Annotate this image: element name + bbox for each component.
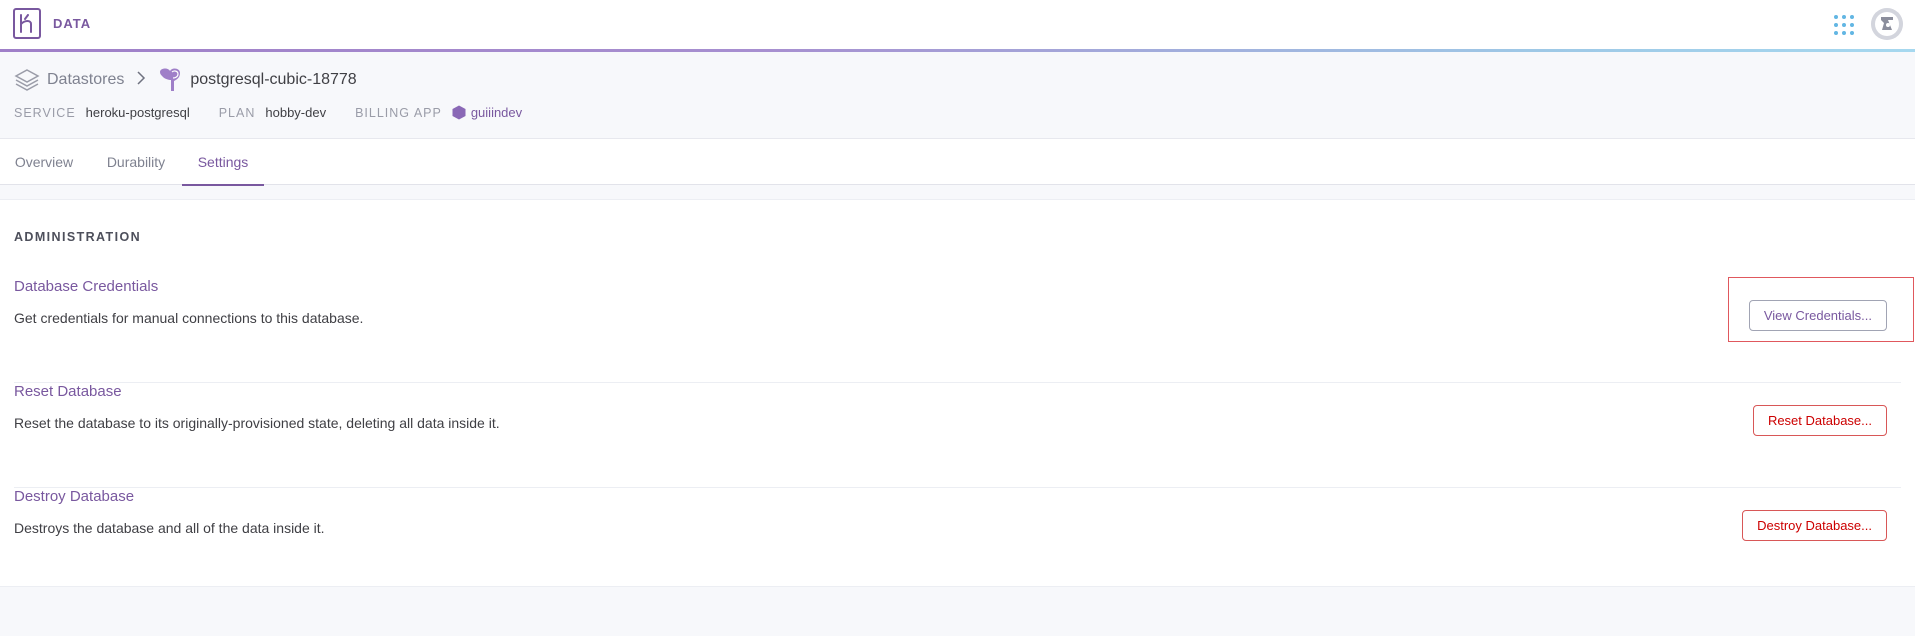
settings-panel: ADMINISTRATION Database Credentials Get …	[0, 199, 1915, 587]
billing-app-link[interactable]: guiiindev	[452, 105, 522, 120]
setting-row-reset: Reset Database Reset the database to its…	[14, 383, 1901, 488]
setting-description: Destroys the database and all of the dat…	[14, 520, 325, 536]
breadcrumb: Datastores postgresql-cubic-18778	[13, 65, 357, 95]
datastores-stack-icon	[13, 66, 41, 94]
service-label: SERVICE	[14, 105, 76, 120]
setting-description: Get credentials for manual connections t…	[14, 310, 364, 326]
breadcrumb-datastores-link[interactable]: Datastores	[47, 71, 124, 89]
postgres-elephant-icon	[156, 66, 184, 94]
setting-title: Database Credentials	[14, 278, 159, 295]
hexagon-app-icon	[452, 105, 466, 120]
tab-bar: Overview Durability Settings	[0, 138, 1915, 186]
billing-app-label: BILLING APP	[355, 105, 442, 120]
heroku-logo-icon[interactable]	[13, 8, 41, 39]
billing-app-name: guiiindev	[470, 105, 523, 120]
setting-row-destroy: Destroy Database Destroys the database a…	[14, 488, 1901, 593]
top-bar: DATA	[0, 0, 1915, 52]
breadcrumb-current: postgresql-cubic-18778	[190, 71, 357, 88]
setting-row-credentials: Database Credentials Get credentials for…	[14, 278, 1901, 383]
service-value: heroku-postgresql	[85, 105, 190, 120]
chevron-right-icon	[136, 70, 146, 90]
setting-title: Reset Database	[14, 383, 122, 400]
tab-overview[interactable]: Overview	[14, 139, 74, 185]
app-name[interactable]: DATA	[53, 16, 91, 31]
section-title-administration: ADMINISTRATION	[14, 230, 141, 244]
resource-header: Datastores postgresql-cubic-18778 SERVIC…	[0, 52, 1915, 138]
user-avatar-icon[interactable]	[1871, 8, 1903, 40]
tab-durability[interactable]: Durability	[104, 139, 168, 185]
view-credentials-button[interactable]: View Credentials...	[1748, 300, 1887, 331]
destroy-database-button[interactable]: Destroy Database...	[1742, 510, 1887, 541]
plan-label: PLAN	[218, 105, 256, 120]
resource-meta: SERVICE heroku-postgresql PLAN hobby-dev…	[14, 105, 522, 120]
reset-database-button[interactable]: Reset Database...	[1752, 405, 1887, 436]
app-grid-icon[interactable]	[1834, 15, 1854, 35]
plan-value: hobby-dev	[265, 105, 327, 120]
setting-description: Reset the database to its originally-pro…	[14, 415, 500, 431]
tab-settings[interactable]: Settings	[182, 139, 264, 186]
setting-title: Destroy Database	[14, 488, 135, 505]
